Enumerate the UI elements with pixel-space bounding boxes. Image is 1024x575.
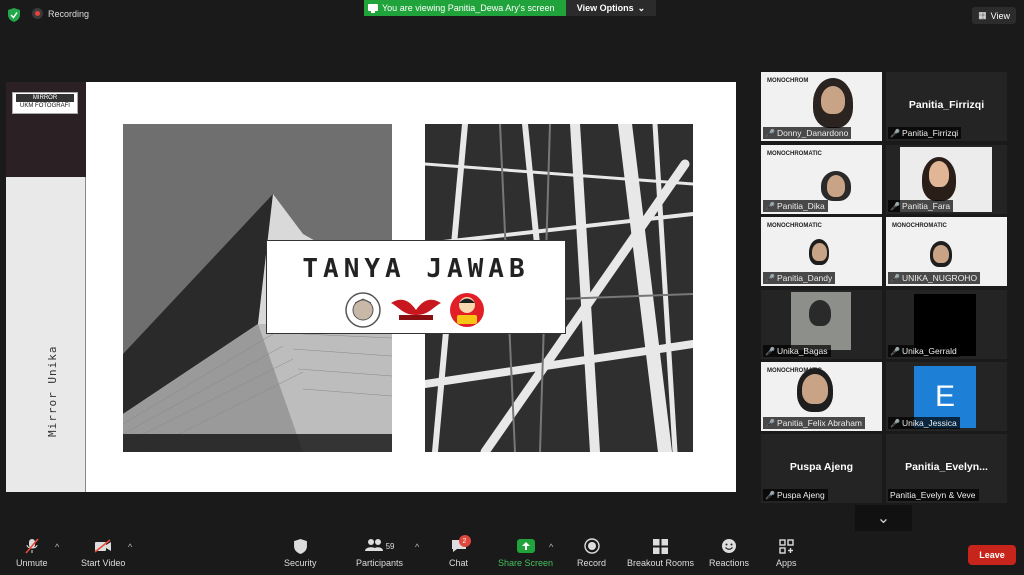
video-off-icon — [94, 538, 112, 554]
participant-tile[interactable]: MONOCHROMATIC 🎤 Panitia_Dandy — [761, 217, 882, 286]
share-options-caret[interactable]: ^ — [549, 542, 553, 552]
participant-tile[interactable]: E 🎤 Unika_Jessica — [886, 362, 1007, 431]
share-screen-button[interactable]: Share Screen — [498, 538, 553, 568]
muted-mic-icon: 🎤 — [765, 273, 775, 283]
video-options-caret[interactable]: ^ — [128, 542, 132, 552]
apps-label: Apps — [776, 558, 797, 568]
participants-button[interactable]: 59 Participants — [356, 538, 403, 568]
view-button[interactable]: ▦ View — [972, 7, 1016, 24]
muted-mic-icon: 🎤 — [890, 128, 900, 138]
smiley-icon — [720, 538, 738, 554]
participant-tile[interactable]: Panitia_Evelyn... Panitia_Evelyn & Veve — [886, 434, 1007, 503]
participants-label: Participants — [356, 558, 404, 568]
shared-screen: MIRROR UKM FOTOGRAFI Mirror Unika TANYA … — [6, 82, 736, 492]
record-label: Record — [577, 558, 607, 568]
oti-logo — [450, 293, 484, 327]
slide-sidebar: MIRROR UKM FOTOGRAFI Mirror Unika — [6, 82, 86, 492]
slide-side-text: Mirror Unika — [46, 345, 59, 437]
shield-icon[interactable] — [8, 8, 20, 22]
mirror-logo: MIRROR UKM FOTOGRAFI — [12, 92, 78, 114]
chat-badge: 2 — [458, 535, 471, 547]
audio-options-caret[interactable]: ^ — [55, 542, 59, 552]
security-button[interactable]: Security — [284, 538, 317, 568]
recording-label: Recording — [48, 8, 90, 19]
participant-tile[interactable]: 🎤 Panitia_Fara — [886, 145, 1007, 214]
recording-indicator[interactable]: Recording — [32, 8, 89, 19]
shield-icon — [291, 538, 309, 554]
breakout-rooms-label: Breakout Rooms — [627, 558, 695, 568]
chat-label: Chat — [449, 558, 469, 568]
grid-icon: ▦ — [978, 10, 987, 20]
breakout-rooms-button[interactable]: Breakout Rooms — [627, 538, 694, 568]
sponsor-logo-1 — [345, 292, 381, 328]
sponsor-logos — [343, 291, 485, 329]
scroll-down-button[interactable]: ⌄ — [855, 505, 912, 531]
screen-share-icon — [368, 4, 378, 13]
muted-mic-icon — [23, 538, 41, 554]
muted-mic-icon: 🎤 — [890, 346, 900, 356]
slide-title: TANYA JAWAB — [302, 254, 530, 284]
breakout-rooms-icon — [652, 538, 670, 554]
participant-tile[interactable]: MONOCHROMATIC 🎤 UNIKA_NUGROHO — [886, 217, 1007, 286]
muted-mic-icon: 🎤 — [765, 418, 775, 428]
view-label: View — [990, 10, 1010, 21]
reactions-label: Reactions — [709, 558, 750, 568]
participant-tile[interactable]: Panitia_Firrizqi 🎤 Panitia_Firrizqi — [886, 72, 1007, 141]
title-card: TANYA JAWAB — [266, 240, 566, 334]
muted-mic-icon: 🎤 — [890, 418, 900, 428]
view-options-label: View Options — [576, 3, 634, 13]
participants-count: 59 — [385, 541, 395, 551]
unmute-label: Unmute — [16, 558, 48, 568]
participant-tile[interactable]: MONOCHROMATIC 🎤 Panitia_Dika — [761, 145, 882, 214]
security-label: Security — [284, 558, 317, 568]
muted-mic-icon: 🎤 — [890, 201, 900, 211]
chevron-down-icon: ⌄ — [637, 2, 646, 13]
reactions-button[interactable]: Reactions — [709, 538, 749, 568]
leave-button[interactable]: Leave — [968, 545, 1016, 565]
muted-mic-icon: 🎤 — [765, 346, 775, 356]
muted-mic-icon: 🎤 — [765, 128, 775, 138]
viewing-text: You are viewing Panitia_Dewa Ary's scree… — [382, 3, 555, 13]
viewing-banner: You are viewing Panitia_Dewa Ary's scree… — [364, 0, 566, 16]
participant-tile[interactable]: MONOCHROMATIC 🎤 Panitia_Felix Abraham — [761, 362, 882, 431]
record-button[interactable]: Record — [577, 538, 606, 568]
muted-mic-icon: 🎤 — [765, 201, 775, 211]
participant-tile[interactable]: 🎤 Unika_Bagas — [761, 290, 882, 359]
apps-button[interactable]: Apps — [776, 538, 797, 568]
view-options-button[interactable]: View Options ⌄ — [566, 0, 656, 16]
start-video-button[interactable]: Start Video — [81, 538, 125, 568]
muted-mic-icon: 🎤 — [765, 490, 775, 500]
apps-icon — [777, 538, 795, 554]
record-dot-icon — [32, 8, 43, 19]
share-screen-label: Share Screen — [498, 558, 554, 568]
participant-tile[interactable]: Puspa Ajeng 🎤 Puspa Ajeng — [761, 434, 882, 503]
muted-mic-icon: 🎤 — [890, 273, 900, 283]
record-icon — [583, 538, 601, 554]
start-video-label: Start Video — [81, 558, 126, 568]
share-screen-icon — [516, 538, 535, 554]
chevron-down-icon: ⌄ — [876, 510, 891, 527]
participant-tile[interactable]: 🎤 Unika_Gerrald — [886, 290, 1007, 359]
unmute-button[interactable]: Unmute — [16, 538, 48, 568]
participants-options-caret[interactable]: ^ — [415, 542, 419, 552]
people-icon — [364, 539, 383, 553]
chat-icon: 2 — [450, 535, 471, 554]
chat-button[interactable]: 2 Chat — [449, 535, 471, 568]
participant-tile[interactable]: MONOCHROM 🎤 Donny_Danardono — [761, 72, 882, 141]
sponsor-logo-2 — [391, 299, 441, 320]
